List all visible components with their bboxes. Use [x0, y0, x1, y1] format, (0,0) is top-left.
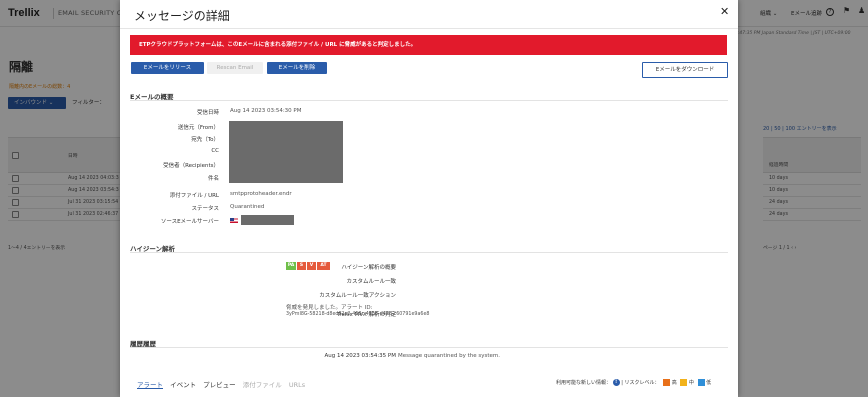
hygiene-summary-label: ハイジーン解析の概要 — [341, 265, 396, 271]
source-server-label: ソースEメールサーバー — [160, 219, 219, 225]
recipients-label: 受信者（Recipients） — [163, 163, 219, 169]
v-badge: V — [307, 262, 316, 270]
status-label: ステータス — [191, 206, 219, 212]
delete-email-button[interactable]: Eメールを削除 — [267, 62, 327, 74]
divider — [130, 252, 728, 253]
risk-low-label: 低 — [706, 380, 712, 386]
divider — [120, 28, 738, 29]
modal-title: メッセージの詳細 — [134, 9, 230, 23]
received-value: Aug 14 2023 03:54:30 PM — [230, 108, 302, 114]
custom-rule-match-label: カスタムルール一致 — [346, 279, 396, 285]
close-icon[interactable]: ✕ — [720, 5, 729, 18]
custom-rule-action-label: カスタムルール一致アクション — [319, 293, 396, 299]
rescan-email-button[interactable]: Rescan Email — [207, 62, 263, 74]
cc-label: CC — [211, 148, 219, 154]
mvx-verdict-line: 脅威を発見しました。アラート ID: — [286, 305, 373, 311]
redacted-ip — [241, 215, 294, 225]
risk-low-swatch — [697, 379, 705, 386]
risk-high-label: 高 — [671, 380, 677, 386]
new-info-label: 利用可能な新しい情報： — [556, 380, 612, 386]
alert-id[interactable]: 3yPmI8G-58218-d8ed82a2-458c-4153-a478-c6… — [286, 312, 429, 317]
redacted-block — [229, 121, 343, 183]
divider — [130, 100, 728, 101]
history-message: Message quarantined by the system. — [398, 353, 501, 359]
risk-medium-swatch — [680, 379, 688, 386]
download-email-button[interactable]: Eメールをダウンロード — [642, 62, 728, 78]
attachment-label: 添付ファイル / URL — [169, 193, 219, 199]
tab-urls[interactable]: URLs — [289, 381, 305, 389]
divider — [130, 347, 728, 348]
to-label: 宛先（To） — [191, 137, 219, 143]
tab-attachments[interactable]: 添付ファイル — [243, 381, 282, 389]
risk-high-swatch — [663, 379, 671, 386]
info-count-icon[interactable]: ! — [612, 379, 620, 386]
risk-medium-label: 中 — [688, 380, 694, 386]
threat-alert-banner: ETPクラウドプラットフォームは、このEメールに含まれる添付ファイル / URL… — [130, 35, 727, 55]
tab-alerts[interactable]: アラート — [137, 381, 163, 389]
attachment-value[interactable]: smtpprotoheader.endr — [230, 191, 292, 197]
s-badge: S — [297, 262, 306, 270]
risk-level-label: リスクレベル： — [624, 380, 660, 386]
received-label: 受信日時 — [196, 110, 219, 116]
subject-label: 件名 — [207, 176, 219, 182]
message-detail-modal: メッセージの詳細 ✕ ETPクラウドプラットフォームは、このEメールに含まれる添… — [120, 0, 738, 397]
status-value: Quarantined — [230, 204, 265, 210]
history-date: Aug 14 2023 03:54:35 PM — [324, 353, 397, 359]
detail-tabs: アラート イベント プレビュー 添付ファイル URLs — [137, 379, 310, 389]
us-flag-icon — [230, 218, 238, 223]
risk-legend: 利用可能な新しい情報： ! | リスクレベル： 高 中 低 — [556, 379, 711, 386]
from-label: 送信元（From） — [177, 125, 219, 131]
at-badge: AT — [317, 262, 330, 270]
tab-events[interactable]: イベント — [170, 381, 196, 389]
release-email-button[interactable]: Eメールをリリース — [131, 62, 204, 74]
tab-preview[interactable]: プレビュー — [203, 381, 236, 389]
pa-badge: PA — [286, 262, 296, 270]
